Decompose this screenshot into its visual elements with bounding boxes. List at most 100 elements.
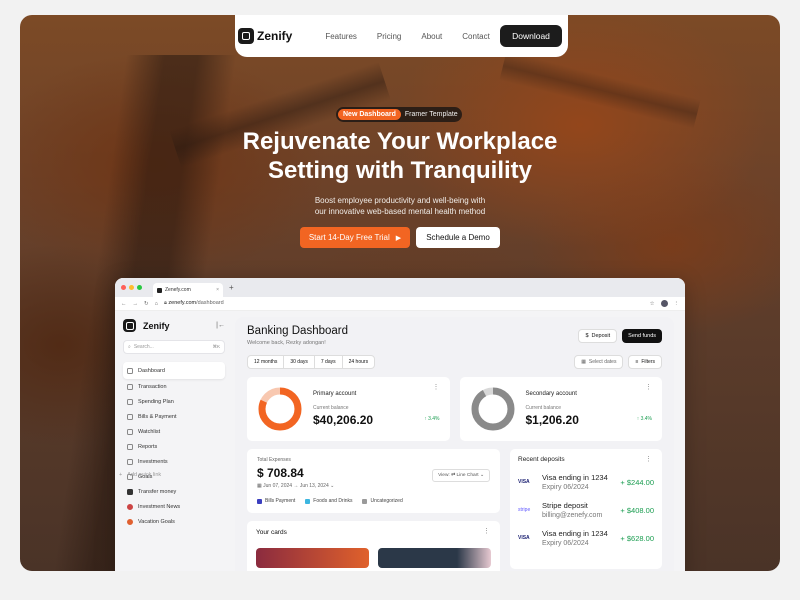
more-icon[interactable]: ⋮ [674,301,680,307]
filters-button[interactable]: ≡ Filters [628,355,662,369]
brand-name[interactable]: Zenify [257,29,292,43]
dashboard-icon [127,367,133,374]
free-trial-button[interactable]: Start 14-Day Free Trial ▶ [300,227,410,248]
quick-link-label: Investment News [138,503,181,510]
visa-logo-icon: VISA [518,479,530,485]
secondary-account-card[interactable]: Secondary account Current balance $1,206… [459,377,662,441]
legend-label: Uncategorized [370,498,403,504]
deposits-title: Recent deposits [518,456,565,463]
credit-card-2[interactable] [378,548,491,568]
quick-link-vacation[interactable]: Vacation Goals [123,514,225,529]
dashboard-panel: Banking Dashboard Welcome back, Rezky ad… [235,317,674,571]
sidebar-search-input[interactable]: ⌕ Search... ⌘K [123,340,225,354]
more-icon[interactable]: ⋮ [433,383,440,391]
maximize-dot-icon[interactable] [137,285,142,290]
minimize-dot-icon[interactable] [129,285,134,290]
sidebar-item-label: Reports [138,443,158,450]
reload-icon[interactable]: ↻ [144,301,149,307]
send-funds-button[interactable]: Send funds [622,329,662,343]
forward-icon[interactable]: → [133,301,139,307]
search-shortcut: ⌘K [212,344,220,349]
expenses-legend: Bills Payment Foods and Drinks Uncategor… [257,498,490,504]
sidebar-item-investments[interactable]: Investments [123,454,225,469]
avatar[interactable] [660,300,668,307]
deposit-row[interactable]: VISA Visa ending in 1234 Expiry 06/2024 +… [518,529,654,547]
select-dates-label: Select dates [588,359,617,365]
sidebar-item-bills[interactable]: Bills & Payment [123,409,225,424]
collapse-sidebar-icon[interactable]: |← [216,322,225,329]
app-logo-icon[interactable] [123,319,136,332]
balance-amount: $1,206.20 [525,413,579,427]
deposit-button[interactable]: $ Deposit [578,329,618,343]
home-icon[interactable]: ⌂ [155,301,158,307]
schedule-demo-button[interactable]: Schedule a Demo [416,227,500,248]
search-icon: ⌕ [128,344,131,350]
expenses-date-range[interactable]: ▦ Jun 07, 2024 → Jun 13, 2024 ⌄ [257,483,490,489]
legend-swatch [362,498,368,504]
visa-logo-icon: VISA [518,535,530,541]
balance-label: Current balance [525,405,562,411]
calendar-icon: ▦ [581,359,586,365]
url-path: /dashboard [196,300,224,306]
nav-link-features[interactable]: Features [325,32,357,41]
primary-account-card[interactable]: Primary account Current balance $40,206.… [247,377,450,441]
back-icon[interactable]: ← [121,301,127,307]
star-icon[interactable]: ☆ [650,301,655,307]
view-value: Line Chart [456,473,479,478]
change-badge: ↑ 3.4% [424,416,440,422]
primary-balance-ring [258,387,302,431]
line-chart-icon: ⇄ [451,473,456,478]
chevron-down-icon: ⌄ [330,483,335,489]
tab-title: Zenefy.com [165,287,191,293]
deposit-row[interactable]: VISA Visa ending in 1234 Expiry 06/2024 +… [518,473,654,491]
more-icon[interactable]: ⋮ [483,527,490,535]
range-12-months[interactable]: 12 months [248,356,285,368]
nav-link-contact[interactable]: Contact [462,32,490,41]
deposit-row[interactable]: stripe Stripe deposit billing@zenefy.com … [518,501,654,519]
sidebar-item-label: Transaction [138,383,167,390]
sidebar-item-watchlist[interactable]: Watchlist [123,424,225,439]
view-select[interactable]: View: ⇄ Line Chart ⌄ [432,469,490,482]
range-24-hours[interactable]: 24 hours [343,356,374,368]
range-30-days[interactable]: 30 days [284,356,315,368]
search-placeholder: Search... [133,344,154,350]
download-button[interactable]: Download [500,25,562,47]
sidebar-item-reports[interactable]: Reports [123,439,225,454]
zenify-logo-icon[interactable] [238,28,254,44]
more-icon[interactable]: ⋮ [645,383,652,391]
deposit-sub: Expiry 06/2024 [542,540,589,547]
tab-close-icon[interactable]: × [216,287,219,293]
deposit-amount: + $244.00 [620,477,654,487]
browser-tab[interactable]: Zenefy.com × [153,283,223,297]
hero-title-line: Rejuvenate Your Workplace [242,128,558,155]
more-icon[interactable]: ⋮ [645,455,652,463]
sidebar: Zenify |← ⌕ Search... ⌘K Dashboard Trans… [115,311,233,571]
add-quick-link-label: Add quick link [127,472,162,478]
sidebar-item-spending-plan[interactable]: Spending Plan [123,394,225,409]
deposit-name: Stripe deposit [542,501,588,510]
nav-link-about[interactable]: About [421,32,442,41]
deposit-name: Visa ending in 1234 [542,473,608,482]
sidebar-item-transaction[interactable]: Transaction [123,379,225,394]
legend-item: Uncategorized [362,498,403,504]
deposit-sub: billing@zenefy.com [542,512,603,519]
range-7-days[interactable]: 7 days [315,356,343,368]
close-dot-icon[interactable] [121,285,126,290]
expenses-dates: Jun 07, 2024 → Jun 13, 2024 [263,483,329,489]
select-dates-button[interactable]: ▦ Select dates [574,355,624,369]
url-field[interactable]: 🔒︎ zenefy.com/dashboard [164,300,224,307]
page-title: Banking Dashboard [247,325,349,337]
view-label: View: [438,473,450,478]
browser-tabbar: Zenefy.com × + [115,278,685,297]
quick-link-transfer[interactable]: Transfer money [123,484,225,499]
sidebar-item-dashboard[interactable]: Dashboard [123,362,225,379]
expenses-label: Total Expenses [257,457,291,463]
announcement-pill[interactable]: New Dashboard Framer Template [336,107,462,122]
quick-link-news[interactable]: Investment News [123,499,225,514]
app-brand: Zenify [143,320,170,331]
new-tab-icon[interactable]: + [229,283,234,292]
nav-link-pricing[interactable]: Pricing [377,32,401,41]
legend-swatch [257,498,262,504]
dashboard-app: Zenify |← ⌕ Search... ⌘K Dashboard Trans… [115,311,685,571]
credit-card-1[interactable] [256,548,369,568]
